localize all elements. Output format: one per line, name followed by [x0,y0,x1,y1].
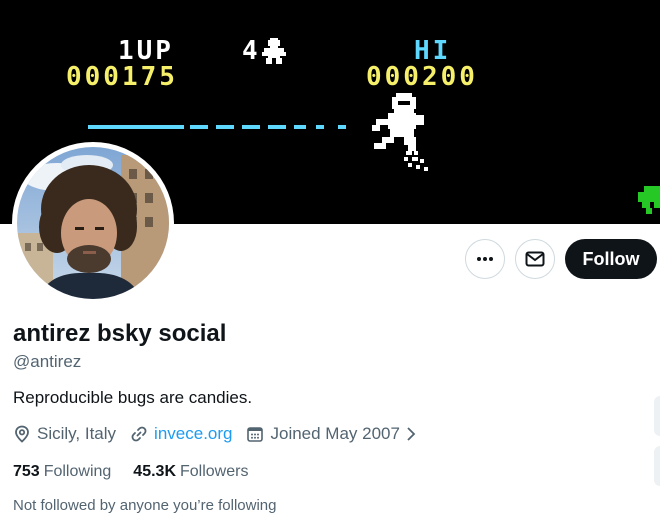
player-score: 000175 [66,62,178,92]
follow-stats: 753 Following 45.3K Followers [13,463,270,481]
scroll-edge-indicator [654,396,660,436]
envelope-icon [525,251,545,267]
joined-date: Joined May 2007 [246,424,423,444]
profile-meta: Sicily, Italy invece.org Joined May 2007 [13,424,438,444]
display-name: antirez bsky social [13,320,227,347]
ellipsis-icon [477,257,493,261]
avatar[interactable] [12,142,174,304]
bio: Reproducible bugs are candies. [13,388,253,407]
calendar-icon [247,427,264,442]
followers-count: 45.3K [133,463,176,480]
followers-label: Followers [180,463,249,480]
location-pin-icon [15,425,29,443]
website[interactable]: invece.org [130,424,232,444]
following-count: 753 [13,463,40,480]
life-sprite-icon [262,38,286,64]
scroll-edge-indicator [654,446,660,486]
follow-button[interactable]: Follow [565,239,657,279]
astronaut-sprite-icon [372,93,428,171]
player-label: 1UP [118,36,174,66]
hi-score: 000200 [366,62,478,92]
lives-count: 4 [242,36,261,66]
following-stat[interactable]: 753 Following [13,463,111,481]
following-label: Following [43,463,112,480]
handle: @antirez [13,352,82,371]
enemy-sprite-icon [638,186,660,214]
message-button[interactable] [515,239,555,279]
website-link[interactable]: invece.org [154,424,232,444]
hi-label: HI [414,36,452,66]
location-text: Sicily, Italy [37,424,117,443]
laser-trail [88,125,346,129]
avatar-photo [17,147,169,299]
more-options-button[interactable] [465,239,505,279]
followers-stat[interactable]: 45.3K Followers [133,463,248,481]
chevron-right-icon[interactable] [404,426,418,442]
mutuals-note: Not followed by anyone you’re following [13,497,277,514]
joined-text: Joined May 2007 [270,424,400,443]
link-icon [131,426,147,442]
location: Sicily, Italy [13,424,116,444]
